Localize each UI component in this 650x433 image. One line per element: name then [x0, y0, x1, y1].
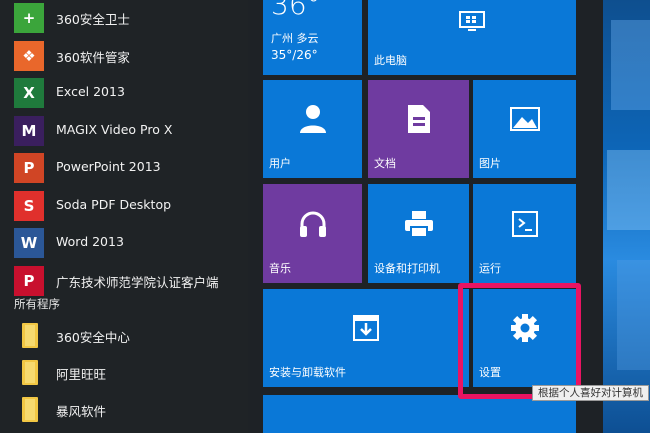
folder-icon [22, 323, 38, 348]
all-programs-header: 所有程序 [14, 297, 60, 311]
devices-printers-label: 设备和打印机 [374, 262, 440, 275]
weather-temperature: 36° [271, 0, 321, 21]
tile-row-partial [263, 395, 576, 433]
app-list-item-label: 360软件管家 [56, 49, 130, 65]
user-label: 用户 [269, 157, 291, 170]
desktop-background [603, 0, 650, 433]
app-list-item[interactable]: +360安全卫士 [0, 0, 248, 36]
app-list-item[interactable]: ❖ 360软件管家 [0, 38, 248, 74]
excel-icon: X [14, 78, 44, 108]
install-uninstall-tile[interactable]: 安装与卸载软件 [263, 289, 469, 387]
app-list-item[interactable]: X Excel 2013 [0, 75, 248, 111]
this-pc-label: 此电脑 [374, 54, 407, 67]
desktop-light-pane [617, 260, 650, 370]
folder-list-item-label: 360安全中心 [56, 330, 130, 345]
pictures-label: 图片 [479, 157, 501, 170]
magix-video-icon: M [14, 115, 44, 146]
music-tile[interactable]: 音乐 [263, 184, 362, 283]
start-app-list: +360安全卫士 ❖ 360软件管家 X Excel 2013 M MAGIX Video … [0, 0, 248, 433]
app-list-item[interactable]: P PowerPoint 2013 [0, 150, 248, 186]
app-list-item-label: MAGIX Video Pro X [56, 121, 173, 137]
folder-list-item[interactable]: 阿里旺旺 [0, 355, 248, 391]
folder-list-item-label: 阿里旺旺 [56, 367, 107, 382]
document-icon [406, 103, 432, 139]
desktop-light-pane [607, 150, 650, 230]
folder-icon [22, 397, 38, 422]
user-icon [298, 103, 328, 139]
soda-pdf-icon: S [14, 190, 44, 221]
run-tile[interactable]: 运行 [473, 184, 576, 283]
devices-printers-tile[interactable]: 设备和打印机 [368, 184, 469, 283]
run-icon [511, 210, 539, 242]
app-list-item-label: Excel 2013 [56, 84, 125, 99]
powerpoint-icon: P [14, 153, 44, 183]
app-list-item-label: Soda PDF Desktop [56, 196, 172, 212]
folder-list-item[interactable]: 暴风软件 [0, 392, 248, 428]
weather-city: 广州 多云 [271, 32, 319, 45]
folder-list-item[interactable]: 360安全中心 [0, 318, 248, 354]
settings-tooltip: 根据个人喜好对计算机 [532, 385, 649, 401]
folder-list-item-label: 暴风软件 [56, 404, 107, 419]
weather-tile[interactable]: 36° 广州 多云 35°/26° [263, 0, 362, 75]
folder-icon [22, 360, 38, 385]
install-icon [352, 314, 380, 346]
desktop-light-pane [611, 20, 650, 110]
weather-range: 35°/26° [271, 48, 318, 62]
360-safeguard-icon: + [14, 3, 44, 33]
app-list-item-label: 360安全卫士 [56, 12, 130, 27]
word-icon: W [14, 228, 44, 258]
campus-client-icon: P [14, 265, 44, 296]
monitor-icon [458, 10, 486, 38]
app-list-item-label: Word 2013 [56, 234, 124, 249]
app-list-item-label: PowerPoint 2013 [56, 159, 161, 174]
app-list-item-label: 广东技术师范学院认证客户端 [56, 274, 219, 290]
app-list-item[interactable]: S Soda PDF Desktop [0, 188, 248, 224]
app-list-item[interactable]: M MAGIX Video Pro X [0, 113, 248, 149]
picture-icon [509, 106, 541, 136]
pictures-tile[interactable]: 图片 [473, 80, 576, 178]
this-pc-tile[interactable]: 此电脑 [368, 0, 576, 75]
360-software-manager-icon: ❖ [14, 40, 44, 71]
documents-tile[interactable]: 文档 [368, 80, 469, 178]
run-label: 运行 [479, 262, 501, 275]
settings-highlight-box [458, 283, 581, 399]
app-list-item[interactable]: W Word 2013 [0, 225, 248, 261]
headphones-icon [298, 209, 328, 243]
app-list-item[interactable]: P 广东技术师范学院认证客户端 [0, 263, 248, 299]
user-tile[interactable]: 用户 [263, 80, 362, 178]
printer-icon [403, 209, 435, 243]
music-label: 音乐 [269, 262, 291, 275]
documents-label: 文档 [374, 157, 396, 170]
install-uninstall-label: 安装与卸载软件 [269, 366, 346, 379]
